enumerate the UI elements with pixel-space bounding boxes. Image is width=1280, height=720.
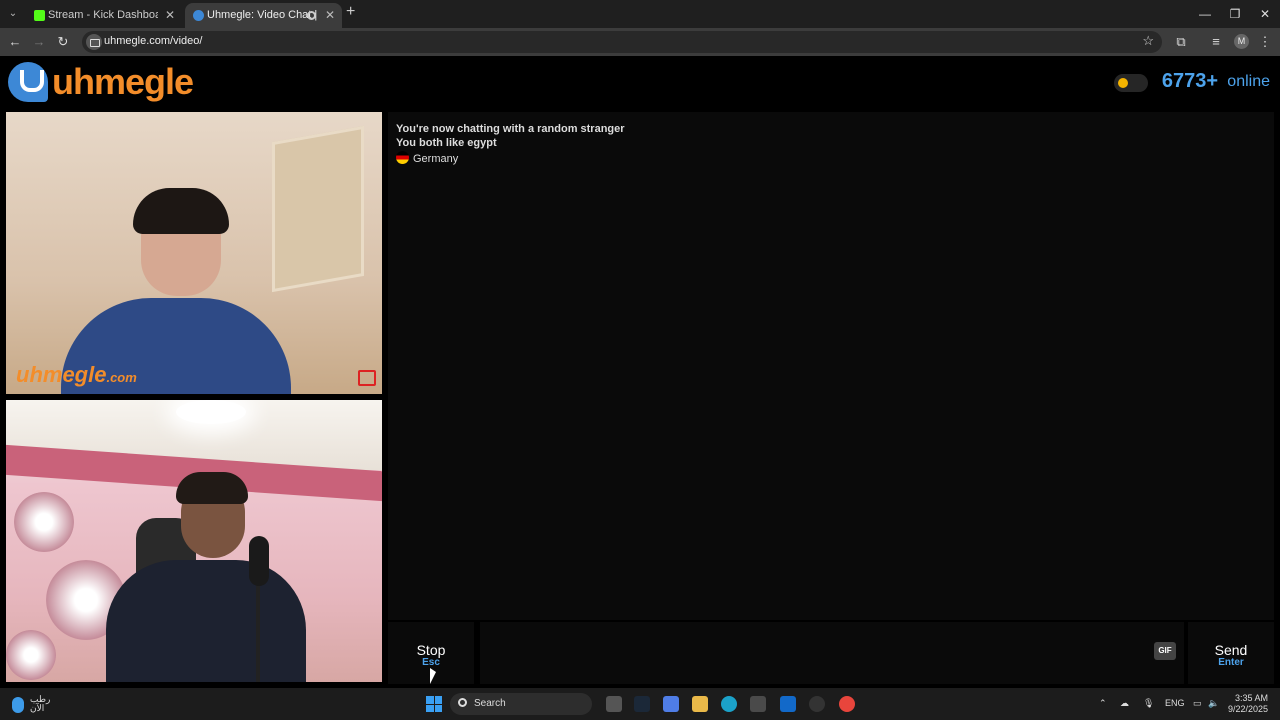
chat-interest-message: You both like egypt xyxy=(396,137,497,149)
stranger-video: uhmegle.com xyxy=(6,112,382,394)
system-clock[interactable]: 3:35 AM 9/22/2025 xyxy=(1228,693,1268,715)
stop-label: Stop xyxy=(416,642,446,658)
tab-title: Uhmegle: Video Chat | Ome xyxy=(207,9,317,21)
mic-stand xyxy=(256,584,260,682)
url-text[interactable]: uhmegle.com/video/ xyxy=(104,35,202,47)
onedrive-icon[interactable]: ☁ xyxy=(1120,698,1129,709)
weather-widget[interactable]: رطب الآن xyxy=(30,695,50,713)
tab-close-icon[interactable]: ✕ xyxy=(165,3,175,28)
gif-button[interactable]: GIF xyxy=(1154,642,1176,660)
stranger-hair xyxy=(133,188,229,234)
send-button[interactable]: Send Enter xyxy=(1188,622,1274,684)
wall-frame xyxy=(272,125,364,293)
kick-favicon-icon xyxy=(34,10,45,21)
ceiling-light xyxy=(176,400,246,424)
microphone xyxy=(249,536,269,586)
outlook-icon[interactable] xyxy=(780,696,796,712)
clock-date: 9/22/2025 xyxy=(1227,704,1268,714)
chat-status-message: You're now chatting with a random strang… xyxy=(396,123,625,135)
maximize-button[interactable]: ❐ xyxy=(1220,0,1250,28)
stranger-country: Germany xyxy=(396,151,1274,165)
mouse-cursor-icon xyxy=(430,668,436,684)
tab-title: Stream - Kick Dashboard xyxy=(48,9,158,21)
online-count: 6773+ xyxy=(1161,70,1218,92)
chat-controls: Stop Esc GIF Send Enter xyxy=(388,622,1274,684)
media-controls-icon[interactable]: ≡ xyxy=(1207,33,1225,51)
tab-close-icon[interactable]: ✕ xyxy=(325,3,335,28)
bookmark-star-icon[interactable]: ☆ xyxy=(1142,33,1154,49)
search-icon xyxy=(458,698,467,707)
germany-flag-icon xyxy=(396,151,409,164)
chat-log: You're now chatting with a random strang… xyxy=(388,112,1274,620)
country-name: Germany xyxy=(413,153,459,165)
menu-kebab-icon[interactable]: ⋮ xyxy=(1256,33,1274,51)
volume-icon[interactable]: 🔈 xyxy=(1208,698,1219,709)
message-input[interactable] xyxy=(480,622,1184,684)
recording-indicator-icon xyxy=(307,11,316,20)
tray-overflow-icon[interactable]: ⌃ xyxy=(1099,698,1107,709)
tab-search-icon[interactable]: ⌄ xyxy=(4,5,22,23)
search-label: Search xyxy=(474,698,506,709)
online-label: online xyxy=(1227,73,1270,90)
forward-button[interactable]: → xyxy=(30,33,48,51)
windows-taskbar: رطب الآن Search ⌃ ☁ 🎙 ENG ▭ 🔈 3:35 AM 9/… xyxy=(0,688,1280,720)
settings-app-icon[interactable] xyxy=(809,696,825,712)
task-view-icon[interactable] xyxy=(606,696,622,712)
back-button[interactable]: ← xyxy=(6,33,24,51)
url-field[interactable]: uhmegle.com/video/ ☆ xyxy=(82,31,1162,53)
windows-start-icon[interactable] xyxy=(426,696,442,712)
send-label: Send xyxy=(1214,642,1248,658)
theme-toggle[interactable] xyxy=(1114,74,1148,92)
microphone-tray-icon[interactable]: 🎙 xyxy=(1143,698,1154,709)
uhmegle-logo-icon xyxy=(8,62,48,102)
file-explorer-icon[interactable] xyxy=(692,696,708,712)
self-hair xyxy=(176,472,248,504)
minimize-button[interactable]: — xyxy=(1190,0,1220,28)
profile-avatar[interactable]: M xyxy=(1234,34,1249,49)
steam-icon[interactable] xyxy=(634,696,650,712)
wall-flower xyxy=(14,492,74,552)
report-flag-icon[interactable] xyxy=(358,370,376,386)
store-icon[interactable] xyxy=(750,696,766,712)
network-icon[interactable]: ▭ xyxy=(1193,698,1202,709)
reload-button[interactable]: ↻ xyxy=(54,33,72,51)
extensions-icon[interactable]: ⧉ xyxy=(1172,33,1190,51)
stop-shortcut: Esc xyxy=(422,657,440,668)
self-video xyxy=(6,400,382,682)
clock-time: 3:35 AM xyxy=(1234,693,1268,703)
uhmegle-favicon-icon xyxy=(193,10,204,21)
send-shortcut: Enter xyxy=(1218,657,1244,668)
wall-flower xyxy=(6,630,56,680)
language-indicator[interactable]: ENG xyxy=(1165,698,1185,708)
online-indicator: 6773+ online xyxy=(1110,70,1270,94)
video-watermark: uhmegle.com xyxy=(16,362,137,387)
weather-line2: الآن xyxy=(30,703,45,713)
tab-strip: ⌄ Stream - Kick Dashboard ✕ Uhmegle: Vid… xyxy=(0,0,1280,28)
site-info-icon[interactable] xyxy=(86,34,102,50)
tab-uhmegle[interactable]: Uhmegle: Video Chat | Ome ✕ xyxy=(185,3,342,28)
copilot-icon[interactable] xyxy=(663,696,679,712)
new-tab-button[interactable]: + xyxy=(346,3,355,21)
address-bar: ← → ↻ uhmegle.com/video/ ☆ ⧉ ≡ ⋮ xyxy=(0,28,1280,56)
chrome-icon[interactable] xyxy=(839,696,855,712)
self-body xyxy=(106,560,306,682)
weather-icon[interactable] xyxy=(12,697,24,713)
close-window-button[interactable]: ✕ xyxy=(1250,0,1280,28)
tab-kick-dashboard[interactable]: Stream - Kick Dashboard ✕ xyxy=(26,3,182,28)
uhmegle-page: uhmegle 6773+ online uhmegle.com You're … xyxy=(0,56,1280,688)
logo-text: uhmegle xyxy=(52,61,194,102)
edge-icon[interactable] xyxy=(721,696,737,712)
taskbar-search[interactable]: Search xyxy=(450,693,592,715)
